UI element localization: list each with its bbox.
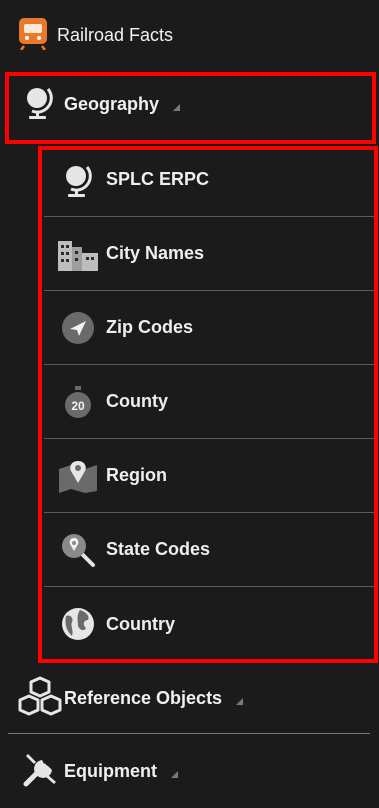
sub-item-region[interactable]: Region bbox=[44, 439, 374, 513]
map-pin-icon bbox=[56, 454, 100, 498]
sub-item-label: State Codes bbox=[106, 539, 211, 559]
nav-item-reference-objects[interactable]: Reference Objects bbox=[0, 665, 379, 731]
nav-label-geography: Geography bbox=[64, 93, 160, 114]
nav-item-geography[interactable]: Geography bbox=[0, 72, 379, 136]
nav-item-equipment[interactable]: Equipment bbox=[0, 740, 379, 802]
sub-item-label: Region bbox=[106, 465, 167, 485]
app-title: Railroad Facts bbox=[57, 24, 174, 45]
sub-item-label: City Names bbox=[106, 243, 205, 263]
nav-label-equipment: Equipment bbox=[64, 760, 157, 781]
sub-item-label: SPLC ERPC bbox=[106, 169, 210, 189]
expanded-caret-icon bbox=[173, 103, 181, 111]
sub-item-splc-erpc[interactable]: SPLC ERPC bbox=[44, 143, 374, 217]
divider bbox=[8, 733, 370, 734]
location-arrow-icon bbox=[56, 306, 100, 350]
sub-item-state-codes[interactable]: State Codes bbox=[44, 513, 374, 587]
nav-label-reference-objects: Reference Objects bbox=[64, 687, 223, 708]
svg-text:20: 20 bbox=[71, 399, 85, 413]
train-icon bbox=[17, 16, 49, 55]
sub-item-county[interactable]: 20 County bbox=[44, 365, 374, 439]
earth-icon bbox=[56, 602, 100, 646]
sub-item-city-names[interactable]: City Names bbox=[44, 217, 374, 291]
tools-icon bbox=[22, 750, 60, 793]
collapsed-caret-icon bbox=[236, 697, 244, 705]
collapsed-caret-icon bbox=[171, 770, 178, 778]
sub-item-zip-codes[interactable]: Zip Codes bbox=[44, 291, 374, 365]
sub-item-label: Zip Codes bbox=[106, 317, 194, 337]
sub-item-label: Country bbox=[106, 613, 175, 634]
city-buildings-icon bbox=[56, 232, 100, 276]
globe-icon bbox=[22, 83, 56, 126]
stopwatch-20-icon: 20 bbox=[56, 380, 100, 424]
cubes-icon bbox=[18, 676, 62, 721]
search-location-icon bbox=[56, 528, 100, 572]
app-header[interactable]: Railroad Facts bbox=[0, 0, 379, 70]
globe-icon bbox=[56, 158, 100, 202]
sub-item-label: County bbox=[106, 391, 168, 411]
sub-item-country[interactable]: Country bbox=[44, 587, 374, 661]
